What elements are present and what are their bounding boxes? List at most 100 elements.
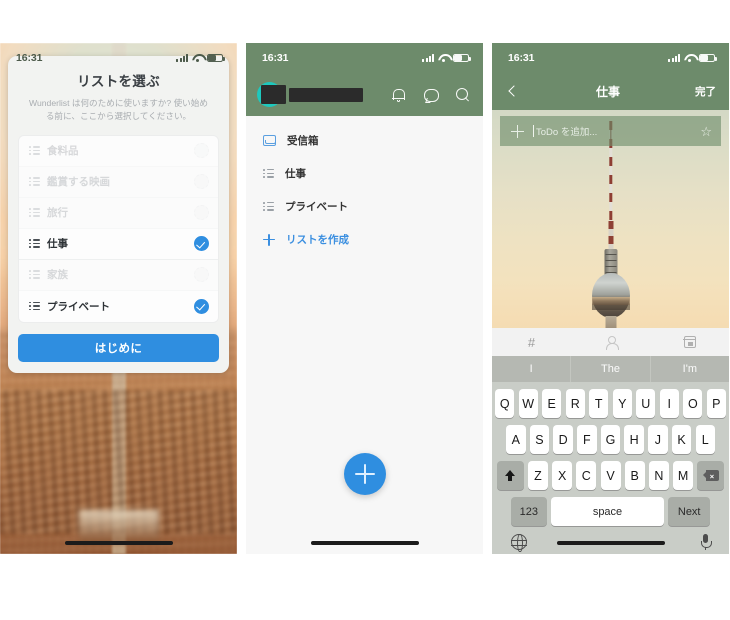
get-started-button[interactable]: はじめに	[18, 333, 219, 362]
globe-icon[interactable]	[510, 533, 527, 552]
key-w[interactable]: W	[518, 389, 538, 418]
shift-icon	[504, 469, 516, 482]
key-x[interactable]: X	[552, 461, 573, 490]
key-n[interactable]: N	[648, 461, 669, 490]
key-e[interactable]: E	[542, 389, 562, 418]
battery-icon	[699, 54, 717, 62]
key-v[interactable]: V	[600, 461, 621, 490]
dialog-title: リストを選ぶ	[77, 74, 160, 89]
list-option-row-selected[interactable]: プライベート	[19, 290, 218, 322]
key-u[interactable]: U	[636, 389, 656, 418]
prediction-item[interactable]: The	[571, 356, 651, 382]
key-d[interactable]: D	[553, 425, 573, 454]
key-r[interactable]: R	[565, 389, 585, 418]
create-list-button[interactable]: リストを作成	[246, 223, 483, 256]
shift-key[interactable]	[496, 461, 524, 490]
list-icon	[263, 201, 274, 211]
key-c[interactable]: C	[576, 461, 597, 490]
status-clock: 16:31	[16, 52, 43, 64]
tower-sphere-band-2	[591, 305, 630, 311]
key-l[interactable]: L	[695, 425, 715, 454]
sidebar-item-private[interactable]: プライベート	[246, 190, 483, 223]
key-m[interactable]: M	[673, 461, 694, 490]
list-option-checkbox[interactable]	[194, 267, 209, 283]
due-date-button[interactable]	[650, 328, 729, 356]
list-option-label: プライベート	[47, 300, 110, 313]
status-clock: 16:31	[508, 52, 535, 64]
key-i[interactable]: I	[659, 389, 679, 418]
battery-icon	[207, 54, 225, 62]
header-actions	[390, 87, 470, 103]
list-option-checkbox[interactable]	[194, 174, 209, 190]
list-icon	[29, 146, 40, 155]
key-b[interactable]: B	[624, 461, 645, 490]
keyboard-row-4: 123 space Next	[495, 497, 726, 526]
key-f[interactable]: F	[577, 425, 597, 454]
list-option-checkbox[interactable]	[194, 205, 209, 221]
sidebar-item-work[interactable]: 仕事	[246, 157, 483, 190]
green-header: 16:31	[246, 43, 483, 116]
key-z[interactable]: Z	[527, 461, 548, 490]
delete-key[interactable]: ×	[697, 461, 725, 490]
avatar[interactable]	[257, 82, 363, 107]
hashtag-button[interactable]: #	[492, 328, 571, 356]
chat-icon[interactable]	[422, 87, 439, 103]
account-bar	[246, 73, 483, 116]
add-todo-placeholder: ToDo を追加...	[536, 127, 598, 138]
list-option-checkbox-checked[interactable]	[194, 236, 209, 252]
tower-sphere-band	[591, 297, 630, 306]
inbox-icon	[263, 135, 276, 146]
star-icon[interactable]: ☆	[700, 125, 712, 138]
key-j[interactable]: J	[648, 425, 668, 454]
assign-person-button[interactable]	[571, 328, 650, 356]
key-y[interactable]: Y	[612, 389, 632, 418]
list-option-checkbox-checked[interactable]	[194, 298, 209, 314]
prediction-item[interactable]: I	[492, 356, 572, 382]
list-option-checkbox[interactable]	[194, 143, 209, 159]
key-p[interactable]: P	[706, 389, 726, 418]
numeric-key[interactable]: 123	[510, 497, 547, 526]
calendar-icon	[683, 336, 696, 348]
lists-nav: 受信箱 仕事 プライベート リストを作成	[246, 116, 483, 256]
list-option-row[interactable]: 食料品	[19, 135, 218, 167]
search-icon[interactable]	[454, 87, 470, 103]
done-button[interactable]: 完了	[695, 84, 716, 99]
page-title: 仕事	[595, 85, 620, 99]
tower-sphere	[591, 273, 630, 318]
list-option-row-selected[interactable]: 仕事	[19, 228, 218, 260]
key-t[interactable]: T	[589, 389, 609, 418]
key-k[interactable]: K	[671, 425, 692, 454]
mic-icon[interactable]	[701, 534, 712, 550]
wifi-icon	[192, 54, 203, 63]
status-bar: 16:31	[492, 43, 729, 73]
status-indicators	[668, 54, 717, 63]
key-g[interactable]: G	[600, 425, 621, 454]
key-a[interactable]: A	[506, 425, 526, 454]
username-redaction	[289, 87, 363, 102]
tower-mast-lower	[608, 221, 613, 251]
sidebar-item-label: 受信箱	[287, 135, 319, 147]
list-option-row[interactable]: 鑑賞する映画	[19, 166, 218, 198]
list-option-row[interactable]: 家族	[19, 259, 218, 291]
keyboard-rows: Q W E R T Y U I O P A S D F G H J K L Z …	[492, 382, 729, 552]
key-o[interactable]: O	[683, 389, 703, 418]
key-s[interactable]: S	[529, 425, 550, 454]
home-indicator	[64, 541, 173, 545]
list-option-label: 食料品	[47, 145, 79, 158]
predictive-text-bar: I The I'm	[492, 356, 729, 382]
add-task-fab[interactable]	[343, 453, 386, 495]
bell-icon[interactable]	[390, 87, 406, 103]
on-screen-keyboard: # I The I'm Q W E R T Y U I O P A S D F …	[492, 328, 729, 554]
phone-screen-list-detail: 16:31 仕事 完了 ToDo を追加... ☆ # I The I'm Q …	[492, 43, 729, 554]
next-key[interactable]: Next	[668, 497, 711, 526]
add-todo-input-row[interactable]: ToDo を追加... ☆	[500, 116, 721, 146]
key-h[interactable]: H	[624, 425, 644, 454]
space-key[interactable]: space	[551, 497, 664, 526]
prediction-item[interactable]: I'm	[651, 356, 729, 382]
list-option-row[interactable]: 旅行	[19, 197, 218, 229]
green-header: 16:31 仕事 完了	[492, 43, 729, 110]
signal-bars-icon	[176, 54, 188, 62]
sidebar-item-inbox[interactable]: 受信箱	[246, 124, 483, 157]
back-chevron-icon[interactable]	[505, 84, 521, 100]
key-q[interactable]: Q	[495, 389, 515, 418]
